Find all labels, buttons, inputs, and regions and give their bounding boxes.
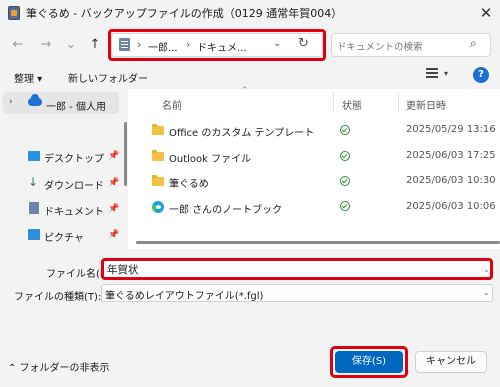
help-icon[interactable]: ? — [473, 67, 489, 83]
search-placeholder: ドキュメントの検索 — [337, 42, 423, 53]
sidebar-item-pictures[interactable]: ピクチャ — [44, 229, 84, 244]
forward-arrow-icon[interactable]: → — [37, 37, 55, 53]
file-list-scrollbar[interactable] — [136, 241, 500, 244]
desktop-icon — [28, 151, 40, 161]
column-divider[interactable] — [333, 92, 334, 112]
notebook-icon — [152, 201, 164, 213]
sidebar-item-label: 一郎 - 個人用 — [46, 102, 106, 113]
folder-icon — [152, 124, 164, 135]
organize-button[interactable]: 整理 ▾ — [14, 70, 42, 85]
file-date: 2025/06/03 10:06 — [406, 201, 496, 212]
folder-icon — [152, 175, 164, 186]
chevron-down-icon[interactable]: ⌄ — [483, 288, 490, 297]
filetype-value[interactable]: 筆ぐるめレイアウトファイル(*.fgl) — [105, 287, 263, 302]
breadcrumb-separator-icon: › — [186, 38, 191, 51]
onedrive-cloud-icon — [28, 94, 42, 106]
file-name[interactable]: 一郎 さんのノートブック — [169, 201, 282, 216]
pin-icon: 📌 — [108, 178, 120, 188]
file-name[interactable]: Outlook ファイル — [169, 150, 251, 165]
chevron-down-icon[interactable]: ⌄ — [273, 38, 281, 49]
column-header-name[interactable]: 名前 — [162, 97, 182, 112]
hide-folders-button[interactable]: ⌃ フォルダーの非表示 — [8, 359, 110, 374]
sync-status-icon — [340, 151, 350, 161]
sync-status-icon — [340, 176, 350, 186]
pictures-icon — [28, 229, 40, 240]
breadcrumb-documents[interactable]: ドキュメ... — [197, 39, 247, 54]
documents-folder-icon — [119, 38, 130, 51]
pin-icon: 📌 — [108, 230, 120, 240]
column-divider[interactable] — [398, 92, 399, 112]
file-date: 2025/05/29 13:16 — [406, 124, 496, 135]
file-date: 2025/06/03 17:25 — [406, 150, 496, 161]
sync-status-icon — [340, 201, 350, 211]
close-icon[interactable]: ✕ — [476, 3, 496, 23]
breadcrumb-user[interactable]: 一郎... — [148, 39, 178, 54]
sidebar-item-documents[interactable]: ドキュメント — [44, 203, 104, 218]
cancel-button[interactable]: キャンセル — [415, 351, 487, 373]
filename-field[interactable] — [101, 258, 493, 280]
sidebar-item-downloads[interactable]: ダウンロード — [44, 177, 104, 192]
chevron-down-icon[interactable]: ⌄ — [483, 265, 490, 274]
breadcrumb-separator-icon: › — [137, 38, 142, 51]
up-arrow-icon[interactable]: ↑ — [86, 37, 104, 53]
document-icon — [29, 202, 39, 214]
file-date: 2025/06/03 10:30 — [406, 175, 496, 186]
recent-locations-icon[interactable]: ⌄ — [62, 37, 80, 53]
filename-value[interactable]: 年賀状 — [107, 262, 139, 277]
search-icon[interactable]: ⌕ — [470, 36, 477, 51]
pin-icon: 📌 — [108, 151, 120, 161]
column-header-date[interactable]: 更新日時 — [406, 97, 446, 112]
sort-ascending-icon: ⌃ — [241, 86, 249, 96]
refresh-icon[interactable]: ↻ — [298, 36, 309, 51]
column-header-status[interactable]: 状態 — [342, 97, 362, 112]
window-title: 筆ぐるめ - バックアップファイルの作成（0129 通常年賀004） — [26, 7, 343, 20]
file-name[interactable]: Office のカスタム テンプレート — [169, 124, 314, 139]
new-folder-button[interactable]: 新しいフォルダー — [68, 70, 148, 85]
sidebar-scrollbar[interactable] — [124, 122, 127, 186]
save-button[interactable]: 保存(S) — [335, 351, 403, 373]
folder-icon — [152, 150, 164, 161]
chevron-down-icon[interactable]: ▾ — [444, 69, 448, 78]
file-name[interactable]: 筆ぐるめ — [169, 175, 209, 190]
filetype-label: ファイルの種類(T): — [14, 292, 102, 303]
pin-icon: 📌 — [108, 204, 120, 214]
sync-status-icon — [340, 125, 350, 135]
sidebar-item-desktop[interactable]: デスクトップ — [44, 150, 104, 165]
chevron-right-icon[interactable]: › — [9, 97, 13, 107]
app-icon — [8, 6, 20, 20]
view-list-icon[interactable] — [426, 68, 438, 80]
download-icon: ↓ — [28, 175, 39, 189]
file-list — [128, 89, 500, 249]
back-arrow-icon[interactable]: ← — [9, 37, 27, 53]
